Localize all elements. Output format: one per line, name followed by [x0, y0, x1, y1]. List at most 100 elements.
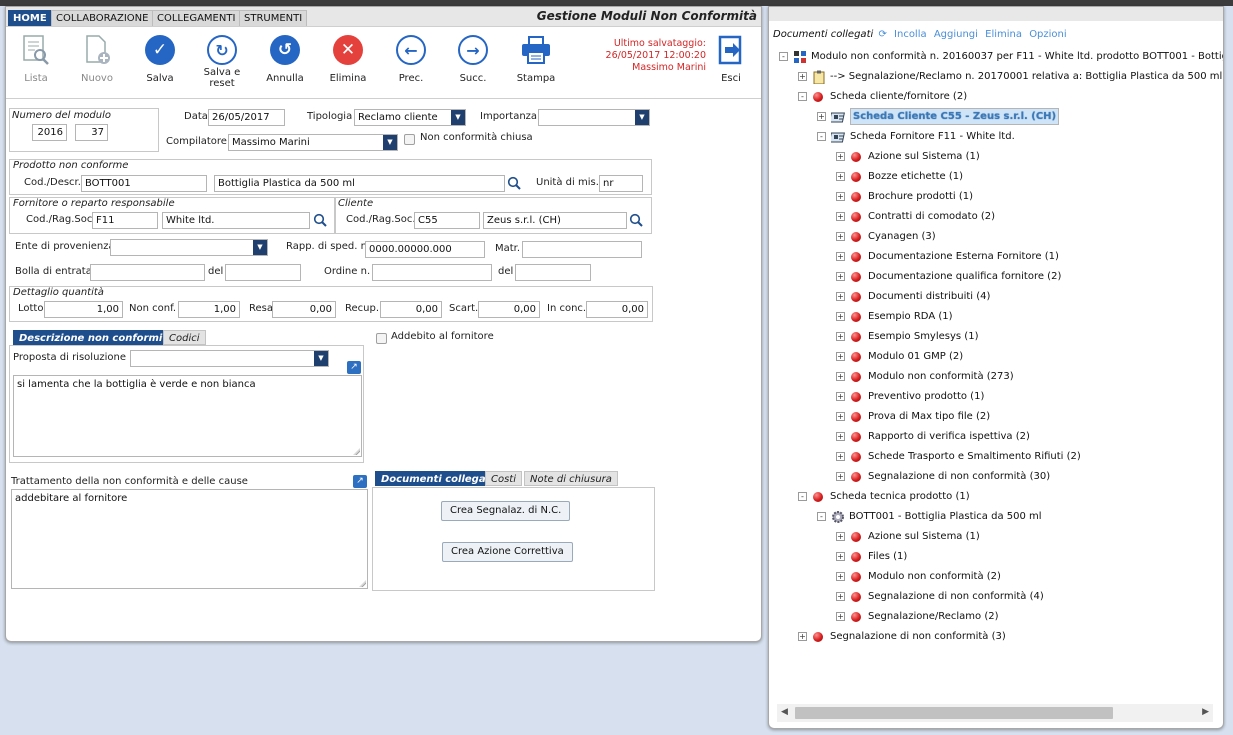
chiusa-checkbox[interactable]	[404, 134, 415, 145]
collapse-icon[interactable]: -	[798, 492, 807, 501]
expand-icon[interactable]: +	[798, 632, 807, 641]
expand-icon[interactable]: +	[817, 112, 826, 121]
expand-icon[interactable]: +	[836, 312, 845, 321]
chevron-down-icon: ▼	[383, 135, 397, 150]
collapse-icon[interactable]: -	[817, 132, 826, 141]
bolla-field[interactable]	[90, 264, 205, 281]
tab-strumenti[interactable]: STRUMENTI	[239, 10, 308, 26]
expand-icon[interactable]: +	[836, 152, 845, 161]
refresh-icon[interactable]: ⟳	[878, 29, 886, 40]
expand-icon[interactable]: +	[836, 452, 845, 461]
elimina-link[interactable]: Elimina	[985, 29, 1022, 40]
incolla-link[interactable]: Incolla	[894, 29, 927, 40]
stampa-button[interactable]: Stampa	[508, 33, 564, 84]
scroll-left-icon[interactable]: ◀	[781, 707, 788, 717]
ordine-field[interactable]	[372, 264, 492, 281]
ordine-del-field[interactable]	[515, 264, 591, 281]
compilatore-select[interactable]: Massimo Marini ▼	[228, 134, 398, 151]
tab-costi[interactable]: Costi	[485, 471, 523, 486]
succ-button[interactable]: → Succ.	[445, 33, 501, 84]
tipologia-select[interactable]: Reclamo cliente ▼	[354, 109, 466, 126]
lotto-field[interactable]: 1,00	[44, 301, 123, 318]
esci-button[interactable]: Esci	[703, 33, 759, 84]
expand-icon[interactable]: +	[836, 172, 845, 181]
expand-icon[interactable]: +	[836, 292, 845, 301]
expand-icon[interactable]: +	[836, 272, 845, 281]
expand-icon[interactable]: +	[836, 532, 845, 541]
expand-icon[interactable]: +	[836, 212, 845, 221]
crea-azione-button[interactable]: Crea Azione Correttiva	[442, 542, 573, 562]
aggiungi-link[interactable]: Aggiungi	[934, 29, 978, 40]
tab-collaborazione[interactable]: COLLABORAZIONE	[51, 10, 154, 26]
opzioni-link[interactable]: Opzioni	[1029, 29, 1066, 40]
tab-home[interactable]: HOME	[8, 10, 52, 26]
expand-icon[interactable]: +	[836, 232, 845, 241]
expand-icon[interactable]: +	[836, 572, 845, 581]
tab-collegamenti[interactable]: COLLEGAMENTI	[152, 10, 241, 26]
expand-icon[interactable]: +	[836, 392, 845, 401]
fornitore-cod-field[interactable]: F11	[92, 212, 158, 229]
expand-icon[interactable]: +	[836, 332, 845, 341]
expand-icon[interactable]: +	[798, 72, 807, 81]
unita-field[interactable]: nr	[599, 175, 643, 192]
anno-field[interactable]: 2016	[32, 124, 67, 141]
expand-icon[interactable]: +	[836, 352, 845, 361]
trattamento-textarea[interactable]: addebitare al fornitore	[11, 489, 368, 589]
tab-descrizione[interactable]: Descrizione non conformità	[13, 330, 180, 345]
ente-select[interactable]: ▼	[110, 239, 268, 256]
inconc-field[interactable]: 0,00	[586, 301, 648, 318]
expand-icon[interactable]: +	[836, 472, 845, 481]
collapse-icon[interactable]: -	[817, 512, 826, 521]
expand-icon[interactable]: +	[836, 592, 845, 601]
red-dot-icon	[813, 632, 823, 642]
expand-icon[interactable]: +	[836, 432, 845, 441]
search-icon[interactable]	[629, 213, 643, 227]
nuovo-button[interactable]: Nuovo	[69, 33, 125, 84]
prec-button[interactable]: ← Prec.	[383, 33, 439, 84]
descrizione-textarea[interactable]: si lamenta che la bottiglia è verde e no…	[13, 375, 362, 457]
prodotto-cod-field[interactable]: BOTT001	[81, 175, 207, 192]
scroll-right-icon[interactable]: ▶	[1202, 707, 1209, 717]
tab-documenti-collegati[interactable]: Documenti collegati	[375, 471, 500, 486]
resize-grip-icon[interactable]	[353, 448, 360, 455]
importanza-select[interactable]: ▼	[538, 109, 650, 126]
cliente-cod-field[interactable]: C55	[414, 212, 480, 229]
resize-grip-icon[interactable]	[359, 580, 366, 587]
expand-icon[interactable]: +	[836, 192, 845, 201]
expand-icon[interactable]: +	[836, 612, 845, 621]
expand-icon[interactable]: +	[836, 252, 845, 261]
bolla-del-field[interactable]	[225, 264, 301, 281]
crea-segnalazione-button[interactable]: Crea Segnalaz. di N.C.	[441, 501, 571, 521]
fornitore-nome-field[interactable]: White ltd.	[162, 212, 310, 229]
search-icon[interactable]	[313, 213, 327, 227]
prodotto-descr-field[interactable]: Bottiglia Plastica da 500 ml	[214, 175, 505, 192]
expand-icon[interactable]: +	[836, 412, 845, 421]
horizontal-scrollbar[interactable]: ◀ ▶	[777, 704, 1213, 722]
tab-codici[interactable]: Codici	[163, 330, 206, 345]
annulla-button[interactable]: ↺ Annulla	[257, 33, 313, 84]
proposta-select[interactable]: ▼	[130, 350, 329, 367]
nonconf-field[interactable]: 1,00	[178, 301, 240, 318]
addebito-checkbox[interactable]	[376, 333, 387, 344]
search-icon[interactable]	[507, 176, 521, 190]
salva-reset-button[interactable]: ↻ Salva e reset	[194, 33, 250, 89]
collapse-icon[interactable]: -	[779, 52, 788, 61]
scrollbar-thumb[interactable]	[795, 707, 1113, 719]
expand-icon[interactable]: +	[836, 372, 845, 381]
data-field[interactable]: 26/05/2017	[208, 109, 285, 126]
collapse-icon[interactable]: -	[798, 92, 807, 101]
tab-note-chiusura[interactable]: Note di chiusura	[524, 471, 618, 486]
matr-field[interactable]	[522, 241, 642, 258]
resa-field[interactable]: 0,00	[272, 301, 336, 318]
elimina-button[interactable]: ✕ Elimina	[320, 33, 376, 84]
expand-arrow-icon[interactable]: ↗	[347, 361, 361, 374]
scart-field[interactable]: 0,00	[478, 301, 540, 318]
numero-field[interactable]: 37	[75, 124, 108, 141]
expand-arrow-icon[interactable]: ↗	[353, 475, 367, 488]
lista-button[interactable]: Lista	[8, 33, 64, 84]
expand-icon[interactable]: +	[836, 552, 845, 561]
cliente-nome-field[interactable]: Zeus s.r.l. (CH)	[483, 212, 627, 229]
recup-field[interactable]: 0,00	[380, 301, 442, 318]
salva-button[interactable]: ✓ Salva	[132, 33, 188, 84]
rapp-field[interactable]: 0000.00000.000	[365, 241, 485, 258]
